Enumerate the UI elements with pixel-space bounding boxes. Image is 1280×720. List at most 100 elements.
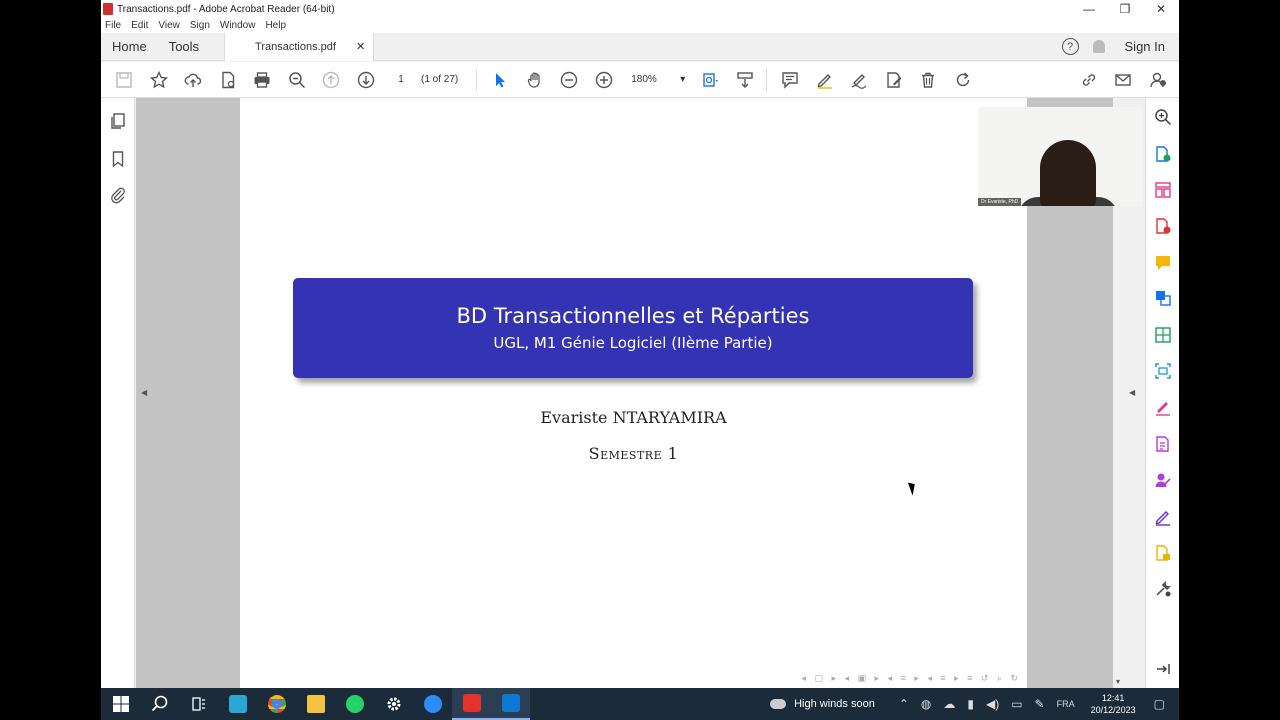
combine-files-icon[interactable] — [1154, 289, 1172, 307]
menu-file[interactable]: File — [105, 20, 121, 31]
menu-edit[interactable]: Edit — [131, 20, 148, 31]
collapse-right-pane-icon[interactable]: ◀ — [1129, 388, 1135, 397]
print-icon[interactable] — [249, 67, 275, 93]
weather-text: High winds soon — [794, 698, 875, 710]
clock-time: 12:41 — [1101, 693, 1125, 703]
menu-sign[interactable]: Sign — [190, 20, 210, 31]
windows-taskbar: High winds soon ⌃ ◍ ☁ ▮ ◀) ▭ ✎ FRA 12:41… — [101, 688, 1179, 720]
draw-icon[interactable] — [846, 67, 872, 93]
acrobat-taskbar-icon[interactable] — [452, 688, 491, 720]
save-icon[interactable] — [111, 67, 137, 93]
edit-pdf-icon[interactable] — [1154, 326, 1172, 344]
tab-home[interactable]: Home — [101, 39, 158, 54]
menu-view[interactable]: View — [158, 20, 180, 31]
mail-app-icon[interactable] — [491, 688, 530, 720]
page-up-icon[interactable] — [318, 67, 344, 93]
zoom-level: 180% — [631, 74, 657, 85]
cloud-upload-icon[interactable] — [180, 67, 206, 93]
attachment-icon[interactable] — [109, 186, 127, 204]
microphone-icon[interactable]: ▮ — [967, 697, 974, 711]
title-block: BD Transactionnelles et Réparties UGL, M… — [293, 278, 973, 378]
search-icon[interactable] — [140, 688, 179, 720]
menu-help[interactable]: Help — [265, 20, 286, 31]
sign-pen-icon[interactable] — [1154, 508, 1172, 526]
chrome-icon[interactable] — [257, 688, 296, 720]
cloud-sync-icon[interactable]: ☁ — [943, 697, 955, 711]
windows-start-icon[interactable] — [101, 688, 140, 720]
pdf-page: BD Transactionnelles et Réparties UGL, M… — [240, 98, 1027, 688]
zoom-app-icon[interactable] — [413, 688, 452, 720]
zoom-in-icon[interactable] — [591, 67, 617, 93]
tab-bar: Home Tools Transactions.pdf ✕ ? Sign In — [101, 32, 1179, 61]
more-tools-icon[interactable] — [1154, 580, 1172, 598]
page-number-input[interactable]: 1 — [387, 69, 415, 91]
menu-window[interactable]: Window — [220, 20, 256, 31]
bell-icon[interactable] — [1092, 40, 1105, 53]
volume-icon[interactable]: ◀) — [986, 697, 999, 711]
organize-pages-icon[interactable] — [1154, 181, 1172, 199]
star-icon[interactable] — [146, 67, 172, 93]
pen-icon[interactable]: ✎ — [1035, 697, 1045, 711]
comment-icon[interactable] — [777, 67, 803, 93]
collapse-left-pane-icon[interactable]: ◀ — [141, 388, 147, 397]
mail-icon[interactable] — [1110, 67, 1136, 93]
scroll-mode-icon[interactable] — [732, 67, 758, 93]
acrobat-icon — [103, 3, 113, 15]
request-signature-icon[interactable] — [1154, 471, 1172, 489]
bookmark-icon[interactable] — [109, 150, 127, 168]
scan-ocr-icon[interactable] — [1154, 362, 1172, 380]
minimize-button[interactable]: — — [1071, 2, 1107, 16]
task-view-icon[interactable] — [179, 688, 218, 720]
settings-icon[interactable] — [374, 688, 413, 720]
fill-sign-icon[interactable] — [881, 67, 907, 93]
network-icon[interactable]: ◍ — [921, 697, 931, 711]
delete-icon[interactable] — [915, 67, 941, 93]
comment-tool-icon[interactable] — [1154, 254, 1172, 272]
page-thumbnails-icon[interactable] — [109, 112, 127, 130]
expand-pane-icon[interactable] — [1154, 660, 1172, 678]
weather-widget[interactable]: High winds soon — [770, 698, 875, 710]
document-icon[interactable] — [215, 67, 241, 93]
clock[interactable]: 12:41 20/12/2023 — [1091, 692, 1136, 716]
zoom-level-select[interactable]: 180% ▾ — [631, 74, 685, 85]
notifications-icon[interactable]: ▢ — [1154, 697, 1165, 711]
send-for-review-icon[interactable] — [1154, 544, 1172, 562]
language-indicator[interactable]: FRA — [1057, 699, 1075, 709]
rotate-icon[interactable] — [950, 67, 976, 93]
share-user-icon[interactable] — [1145, 67, 1171, 93]
beamer-navigation-icons[interactable]: ◂ ▢ ▸ ◂ ▣ ▸ ◂ ≡ ▸ ◂ ≡ ▸ ≡ ↺ ⌕ ↻ — [801, 673, 1021, 684]
toolbar: 1 (1 of 27) 180% ▾ — [101, 62, 1179, 98]
battery-icon[interactable]: ▭ — [1011, 697, 1022, 711]
create-pdf-icon[interactable] — [1154, 217, 1172, 235]
clock-date: 20/12/2023 — [1090, 705, 1136, 715]
page-layout-icon[interactable] — [697, 67, 723, 93]
select-cursor-icon[interactable] — [487, 67, 513, 93]
page-down-icon[interactable] — [353, 67, 379, 93]
toolbar-divider — [476, 68, 478, 91]
sign-in-button[interactable]: Sign In — [1125, 39, 1165, 54]
maximize-button[interactable]: ❐ — [1107, 2, 1143, 16]
help-icon[interactable]: ? — [1061, 38, 1079, 55]
search-zoom-icon[interactable] — [1154, 108, 1172, 126]
scroll-down-icon[interactable]: ▾ — [1116, 677, 1120, 686]
chevron-down-icon: ▾ — [680, 74, 686, 85]
calendar-app-icon[interactable] — [218, 688, 257, 720]
protect-icon[interactable] — [1154, 435, 1172, 453]
link-icon[interactable] — [1076, 67, 1102, 93]
file-explorer-icon[interactable] — [296, 688, 335, 720]
document-title: BD Transactionnelles et Réparties — [456, 304, 810, 328]
left-navigation-pane — [101, 98, 135, 688]
export-pdf-icon[interactable] — [1154, 145, 1172, 163]
tab-tools[interactable]: Tools — [158, 39, 210, 54]
close-tab-icon[interactable]: ✕ — [356, 40, 365, 53]
whatsapp-icon[interactable] — [335, 688, 374, 720]
fill-and-sign-icon[interactable] — [1154, 398, 1172, 416]
mouse-cursor-icon — [907, 480, 919, 496]
zoom-search-icon[interactable] — [284, 67, 310, 93]
chevron-up-icon[interactable]: ⌃ — [899, 697, 909, 711]
zoom-out-icon[interactable] — [556, 67, 582, 93]
close-window-button[interactable]: ✕ — [1143, 2, 1179, 16]
tab-document[interactable]: Transactions.pdf ✕ — [224, 32, 375, 61]
highlight-pen-icon[interactable] — [812, 67, 838, 93]
hand-tool-icon[interactable] — [522, 67, 548, 93]
